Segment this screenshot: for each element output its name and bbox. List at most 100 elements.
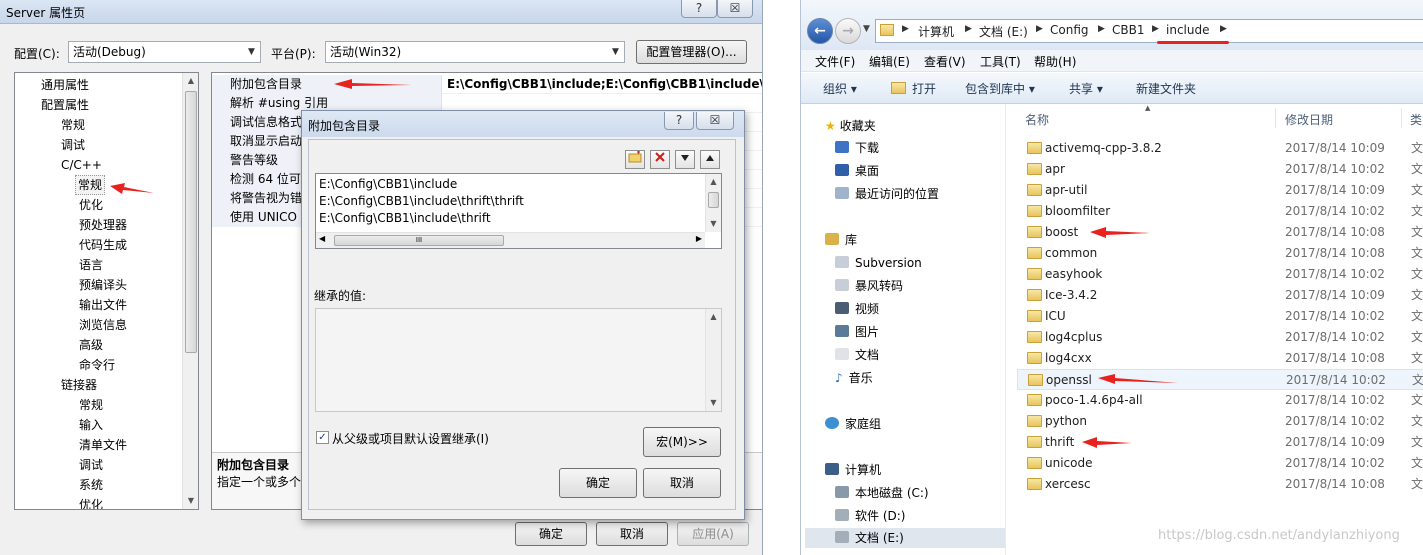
file-row[interactable]: apr 2017/8/14 10:02 文件 — [1017, 159, 1423, 180]
column-header-name[interactable]: 名称 — [1025, 111, 1049, 128]
nav-desktop[interactable]: 桌面 — [835, 161, 879, 181]
help-button[interactable]: ? — [664, 112, 694, 130]
tree-item-advanced[interactable]: 高级 — [77, 335, 105, 355]
include-in-library-button[interactable]: 包含到库中 ▾ — [965, 80, 1035, 97]
list-hscrollbar[interactable]: ◀ III ▶ — [316, 232, 705, 248]
nav-lib-item[interactable]: ♪ 音乐 — [835, 368, 873, 388]
tree-item-linker-input[interactable]: 输入 — [77, 415, 105, 435]
scroll-down-icon[interactable]: ▼ — [183, 493, 198, 509]
nav-favorites[interactable]: ★ 收藏夹 — [825, 116, 876, 136]
breadcrumb-include[interactable]: include — [1166, 23, 1209, 37]
open-button[interactable]: 打开 — [912, 80, 936, 97]
file-row[interactable]: Ice-3.4.2 2017/8/14 10:09 文件 — [1017, 285, 1423, 306]
file-row[interactable]: poco-1.4.6p4-all 2017/8/14 10:02 文件 — [1017, 390, 1423, 411]
file-row[interactable]: easyhook 2017/8/14 10:02 文件 — [1017, 264, 1423, 285]
file-row[interactable]: ICU 2017/8/14 10:02 文件 — [1017, 306, 1423, 327]
file-row[interactable]: activemq-cpp-3.8.2 2017/8/14 10:09 文件 — [1017, 138, 1423, 159]
config-dropdown[interactable]: 活动(Debug) ▼ — [68, 41, 261, 63]
list-vscrollbar[interactable]: ▲ ▼ — [705, 174, 721, 232]
nav-lib-item[interactable]: 图片 — [835, 322, 879, 342]
breadcrumb-cbb1[interactable]: CBB1 — [1112, 23, 1144, 37]
breadcrumb-config[interactable]: Config — [1050, 23, 1089, 37]
tree-item-output-files[interactable]: 输出文件 — [77, 295, 129, 315]
nav-drive-e-selected[interactable]: 文档 (E:) — [805, 528, 1005, 548]
address-bar[interactable]: ▶ 计算机 ▶ 文档 (E:) ▶ Config ▶ CBB1 ▶ includ… — [875, 19, 1423, 43]
cancel-button[interactable]: 取消 — [596, 522, 668, 546]
nav-downloads[interactable]: 下载 — [835, 138, 879, 158]
nav-recent[interactable]: 最近访问的位置 — [835, 184, 939, 204]
move-up-icon[interactable] — [700, 150, 720, 169]
forward-arrow-icon[interactable]: → — [835, 18, 861, 44]
platform-dropdown[interactable]: 活动(Win32) ▼ — [325, 41, 625, 63]
scroll-down-icon[interactable]: ▼ — [706, 395, 721, 411]
prop-value[interactable]: E:\Config\CBB1\include;E:\Config\CBB1\in… — [443, 75, 762, 94]
share-button[interactable]: 共享 ▾ — [1069, 80, 1103, 97]
help-button[interactable]: ? — [681, 0, 717, 18]
file-row-highlighted[interactable]: openssl 2017/8/14 10:02 文件 — [1017, 369, 1423, 390]
nav-homegroup[interactable]: 家庭组 — [825, 414, 881, 434]
column-header-date[interactable]: 修改日期 — [1285, 111, 1333, 128]
menu-help[interactable]: 帮助(H) — [1034, 53, 1076, 70]
ok-button[interactable]: 确定 — [515, 522, 587, 546]
nav-lib-item[interactable]: Subversion — [835, 253, 922, 273]
nav-lib-item[interactable]: 暴风转码 — [835, 276, 903, 296]
scroll-right-icon[interactable]: ▶ — [696, 234, 702, 243]
delete-icon[interactable] — [650, 150, 670, 169]
dialog-ok-button[interactable]: 确定 — [559, 468, 637, 498]
breadcrumb-drive-e[interactable]: 文档 (E:) — [979, 23, 1028, 40]
file-row[interactable]: boost 2017/8/14 10:08 文件 — [1017, 222, 1423, 243]
tree-item-code-generation[interactable]: 代码生成 — [77, 235, 129, 255]
tree-item-preprocessor[interactable]: 预处理器 — [77, 215, 129, 235]
scroll-left-icon[interactable]: ◀ — [319, 234, 325, 243]
tree-item-linker[interactable]: 链接器 — [59, 375, 99, 395]
menu-tools[interactable]: 工具(T) — [980, 53, 1021, 70]
include-dirs-list[interactable]: E:\Config\CBB1\include E:\Config\CBB1\in… — [315, 173, 722, 249]
scroll-up-icon[interactable]: ▲ — [183, 73, 198, 89]
menu-edit[interactable]: 编辑(E) — [869, 53, 910, 70]
dialog-cancel-button[interactable]: 取消 — [643, 468, 721, 498]
prop-row-include-dirs[interactable]: 附加包含目录 E:\Config\CBB1\include;E:\Config\… — [212, 75, 762, 94]
scroll-up-icon[interactable]: ▲ — [706, 174, 721, 190]
apply-button[interactable]: 应用(A) — [677, 522, 749, 546]
config-manager-button[interactable]: 配置管理器(O)... — [636, 40, 747, 64]
tree-item-browse-info[interactable]: 浏览信息 — [77, 315, 129, 335]
scroll-up-icon[interactable]: ▲ — [706, 309, 721, 325]
move-down-icon[interactable] — [675, 150, 695, 169]
tree-item-manifest[interactable]: 清单文件 — [77, 435, 129, 455]
scroll-thumb[interactable] — [708, 192, 719, 208]
menu-file[interactable]: 文件(F) — [815, 53, 855, 70]
file-row[interactable]: xercesc 2017/8/14 10:08 文件 — [1017, 474, 1423, 495]
inherit-checkbox[interactable]: ✓ — [316, 431, 329, 444]
tree-item-optimization[interactable]: 优化 — [77, 195, 105, 215]
tree-item-cpp[interactable]: C/C++ — [59, 155, 104, 175]
recent-pages-icon[interactable]: ▼ — [863, 24, 870, 34]
breadcrumb-computer[interactable]: 计算机 — [918, 23, 954, 40]
list-item[interactable]: E:\Config\CBB1\include — [319, 176, 457, 193]
file-row[interactable]: apr-util 2017/8/14 10:09 文件 — [1017, 180, 1423, 201]
nav-lib-item[interactable]: 文档 — [835, 345, 879, 365]
close-button[interactable]: ☒ — [696, 112, 734, 130]
tree-item-debugging[interactable]: 调试 — [59, 135, 87, 155]
nav-lib-item[interactable]: 视频 — [835, 299, 879, 319]
tree-item-cpp-general[interactable]: 常规 — [75, 175, 106, 195]
organize-button[interactable]: 组织 ▾ — [823, 80, 857, 97]
back-arrow-icon[interactable]: ← — [807, 18, 833, 44]
nav-libraries[interactable]: 库 — [825, 230, 857, 250]
close-button[interactable]: ☒ — [717, 0, 753, 18]
tree-item-linker-debug[interactable]: 调试 — [77, 455, 105, 475]
tree-item-command-line[interactable]: 命令行 — [77, 355, 117, 375]
scroll-thumb[interactable] — [185, 91, 197, 353]
list-item[interactable]: E:\Config\CBB1\include\thrift — [319, 210, 491, 227]
file-row[interactable]: python 2017/8/14 10:02 文件 — [1017, 411, 1423, 432]
file-row[interactable]: log4cxx 2017/8/14 10:08 文件 — [1017, 348, 1423, 369]
tree-item-common-props[interactable]: 通用属性 — [39, 75, 91, 95]
column-header-type[interactable]: 类 — [1410, 111, 1422, 128]
menu-view[interactable]: 查看(V) — [924, 53, 966, 70]
file-row[interactable]: common 2017/8/14 10:08 文件 — [1017, 243, 1423, 264]
new-folder-icon[interactable] — [625, 150, 645, 169]
list-item[interactable]: E:\Config\CBB1\include\thrift\thrift — [319, 193, 524, 210]
file-row[interactable]: unicode 2017/8/14 10:02 文件 — [1017, 453, 1423, 474]
macros-button[interactable]: 宏(M)>> — [643, 427, 721, 457]
tree-item-linker-general[interactable]: 常规 — [77, 395, 105, 415]
tree-item-system[interactable]: 系统 — [77, 475, 105, 495]
